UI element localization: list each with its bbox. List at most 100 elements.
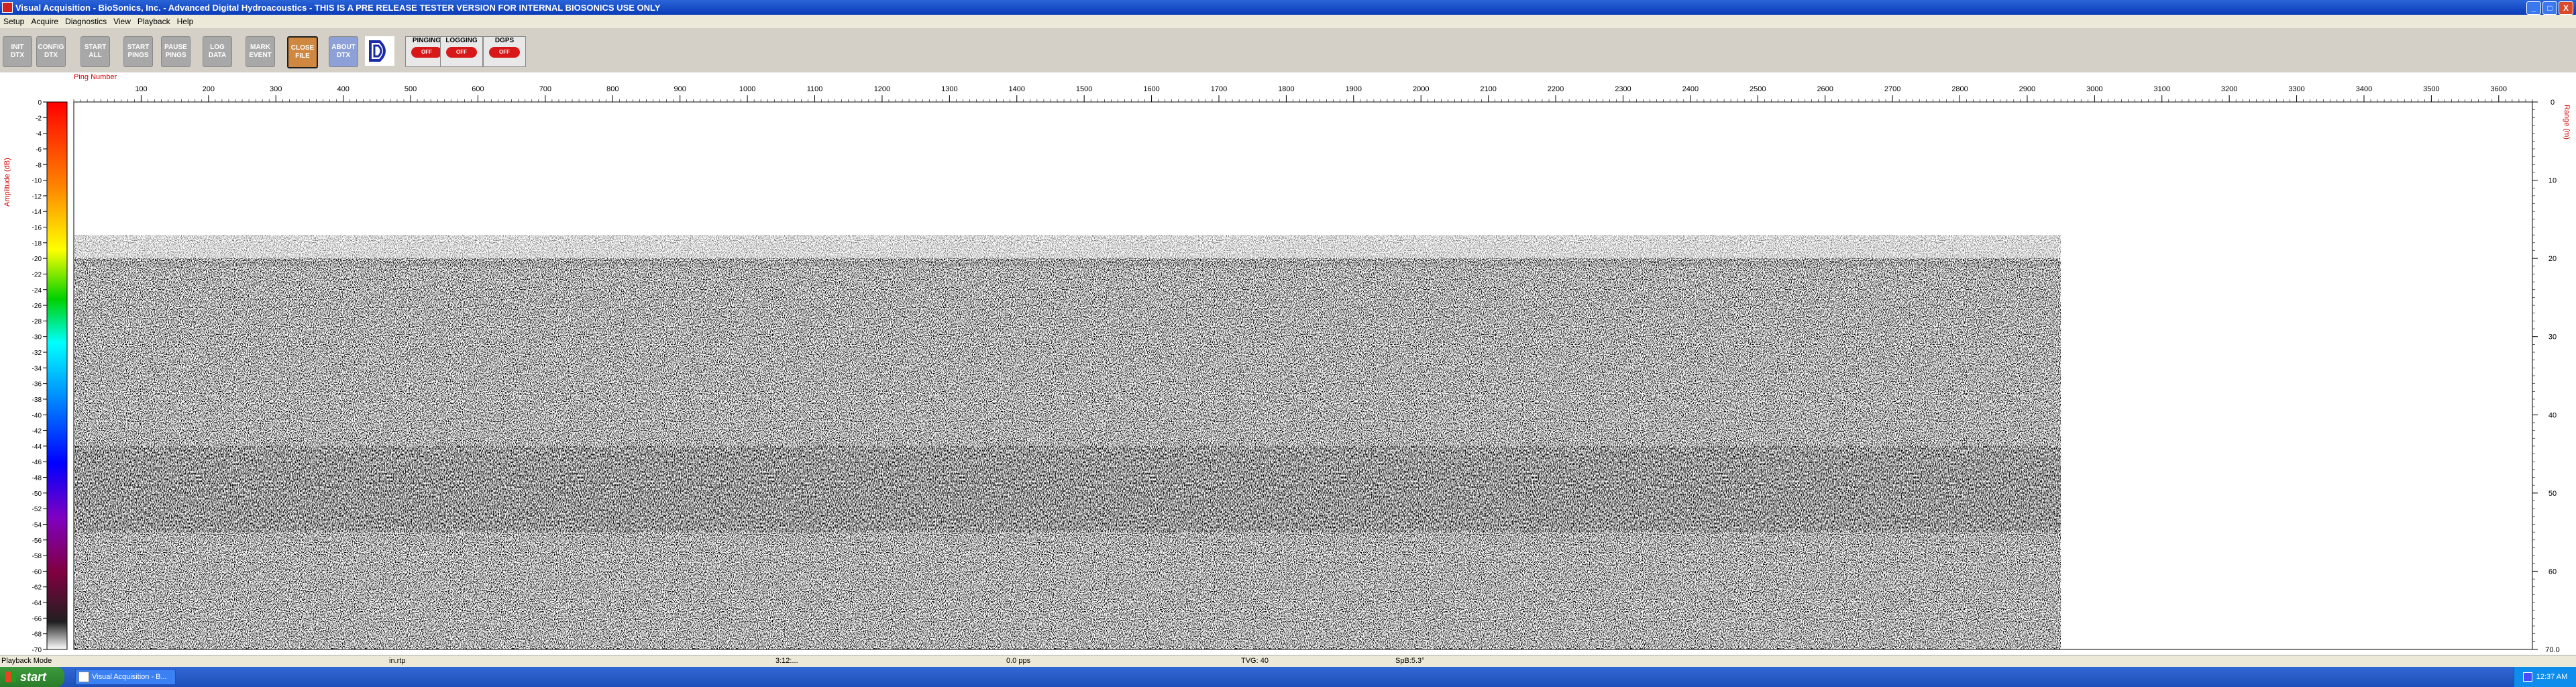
about-dtx-button[interactable]: ABOUT DTX <box>329 36 358 67</box>
colorbar-tick-label: -4 <box>36 131 42 138</box>
echo-band <box>74 532 2061 649</box>
taskbar-item-label: Visual Acquisition - B... <box>92 673 167 681</box>
init-dtx-button[interactable]: INIT DTX <box>3 36 32 67</box>
colorbar-tick-label: -32 <box>32 350 42 357</box>
menu-help[interactable]: Help <box>174 17 197 26</box>
colorbar-tick-label: -18 <box>32 240 42 248</box>
colorbar-tick-label: -50 <box>32 490 42 498</box>
colorbar-tick-label: -8 <box>36 162 42 169</box>
x-tick-label: 2400 <box>1682 85 1699 93</box>
x-tick-label: 2800 <box>1951 85 1968 93</box>
colorbar-tick-label: 0 <box>38 99 42 107</box>
echogram-panel: Amplitude (dB) 0 -2 -4 -6 -8 -10 -12 -14 -16 -18 -… <box>0 72 2576 655</box>
start-button[interactable]: start <box>0 667 64 687</box>
x-tick-label: 3000 <box>2086 85 2102 93</box>
colorbar-tick-label: -14 <box>32 209 42 216</box>
taskbar: start Visual Acquisition - B... 12:37 AM <box>0 667 2576 687</box>
x-tick-label: 1900 <box>1346 85 1362 93</box>
echo-band <box>74 500 2061 533</box>
x-tick-label: 2500 <box>1750 85 1766 93</box>
colorbar-tick-label: -46 <box>32 459 42 466</box>
x-tick-label: 1100 <box>807 85 823 93</box>
scatter-layer <box>74 235 2061 266</box>
status-time: 3:12:... <box>775 657 798 665</box>
echogram-data <box>74 235 2061 649</box>
colorbar-tick-label: -44 <box>32 443 42 451</box>
echogram-chart[interactable]: Amplitude (dB) 0 -2 -4 -6 -8 -10 -12 -14 -16 -18 -… <box>0 72 2576 655</box>
close-button[interactable]: X <box>2559 1 2573 15</box>
start-pings-button[interactable]: START PINGS <box>123 36 153 67</box>
status-file: in.rtp <box>389 657 406 665</box>
colorbar-tick-label: -42 <box>32 428 42 435</box>
minimize-button[interactable]: _ <box>2526 1 2541 15</box>
y-tick-label: 40 <box>2548 411 2557 419</box>
colorbar-tick-label: -10 <box>32 178 42 185</box>
colorbar-tick-label: -60 <box>32 568 42 576</box>
network-icon[interactable] <box>2522 672 2532 682</box>
colorbar-tick-label: -48 <box>32 475 42 482</box>
colorbar-tick-label: -30 <box>32 334 42 341</box>
colorbar-tick-label: -56 <box>32 537 42 545</box>
status-mode: Playback Mode <box>1 657 52 665</box>
x-axis: 100 200 300 400 500 600 700 800 900 1000 1100 1200 1… <box>73 85 2533 102</box>
colorbar-tick-label: -36 <box>32 381 42 388</box>
logging-status: OFF <box>446 47 477 58</box>
x-tick-label: 800 <box>606 85 619 93</box>
colorbar-tick-label: -62 <box>32 584 42 592</box>
app-icon <box>2 2 13 13</box>
x-tick-label: 3300 <box>2288 85 2304 93</box>
colorbar-tick-label: -26 <box>32 303 42 310</box>
colorbar-tick-label: -34 <box>32 365 42 372</box>
y-tick-label: 60 <box>2548 568 2557 576</box>
x-tick-label: 1800 <box>1278 85 1294 93</box>
x-tick-label: 1700 <box>1211 85 1227 93</box>
menu-acquire[interactable]: Acquire <box>28 17 62 26</box>
log-data-button[interactable]: LOG DATA <box>203 36 232 67</box>
x-tick-label: 1000 <box>739 85 755 93</box>
menu-diagnostics[interactable]: Diagnostics <box>62 17 110 26</box>
maximize-button[interactable]: □ <box>2542 1 2557 15</box>
x-tick-label: 2700 <box>1884 85 1900 93</box>
x-tick-label: 200 <box>203 85 215 93</box>
logging-indicator: LOGGING OFF <box>440 36 483 67</box>
status-tvg: TVG: 40 <box>1241 657 1269 665</box>
system-tray: 12:37 AM <box>2514 667 2576 687</box>
colorbar-tick-label: -22 <box>32 271 42 278</box>
start-all-button[interactable]: START ALL <box>80 36 110 67</box>
config-dtx-button[interactable]: CONFIG DTX <box>36 36 66 67</box>
x-tick-label: 3200 <box>2221 85 2237 93</box>
title-bar: Visual Acquisition - BioSonics, Inc. - A… <box>0 0 2576 15</box>
colorbar-tick-label: -6 <box>36 146 42 154</box>
app-window-icon <box>78 672 89 682</box>
y-axis: Range (m) 0 10 20 30 40 50 60 70.0 <box>2532 99 2571 654</box>
y-tick-label: 10 <box>2548 177 2557 185</box>
mark-event-button[interactable]: MARK EVENT <box>246 36 275 67</box>
taskbar-item-visual-acquisition[interactable]: Visual Acquisition - B... <box>75 669 176 685</box>
colorbar: Amplitude (dB) 0 -2 -4 -6 -8 -10 -12 -14 -16 -18 -… <box>3 99 68 654</box>
colorbar-tick-label: -58 <box>32 553 42 560</box>
x-tick-label: 600 <box>472 85 484 93</box>
x-tick-label: 1500 <box>1076 85 1092 93</box>
y-tick-label: 50 <box>2548 490 2557 498</box>
colorbar-tick-label: -16 <box>32 225 42 232</box>
y-tick-label: 0 <box>2551 99 2555 107</box>
y-tick-label: 30 <box>2548 333 2557 341</box>
biosonics-logo-icon <box>365 36 394 66</box>
x-tick-label: 2900 <box>2019 85 2035 93</box>
dgps-status: OFF <box>489 47 520 58</box>
close-file-button[interactable]: CLOSE FILE <box>287 36 318 68</box>
menu-playback[interactable]: Playback <box>134 17 174 26</box>
status-spb: SpB:5.3° <box>1395 657 1425 665</box>
x-tick-label: 3100 <box>2153 85 2169 93</box>
colorbar-tick-label: -52 <box>32 506 42 513</box>
x-axis-label: Ping Number <box>74 73 117 81</box>
menu-setup[interactable]: Setup <box>0 17 28 26</box>
clock: 12:37 AM <box>2536 673 2568 681</box>
x-tick-label: 1300 <box>941 85 957 93</box>
menu-bar: Setup Acquire Diagnostics View Playback … <box>0 15 2576 28</box>
menu-view[interactable]: View <box>110 17 134 26</box>
x-tick-label: 1600 <box>1143 85 1159 93</box>
colorbar-tick-label: -28 <box>32 318 42 325</box>
colorbar-tick-label: -2 <box>36 115 42 122</box>
pause-pings-button[interactable]: PAUSE PINGS <box>161 36 191 67</box>
